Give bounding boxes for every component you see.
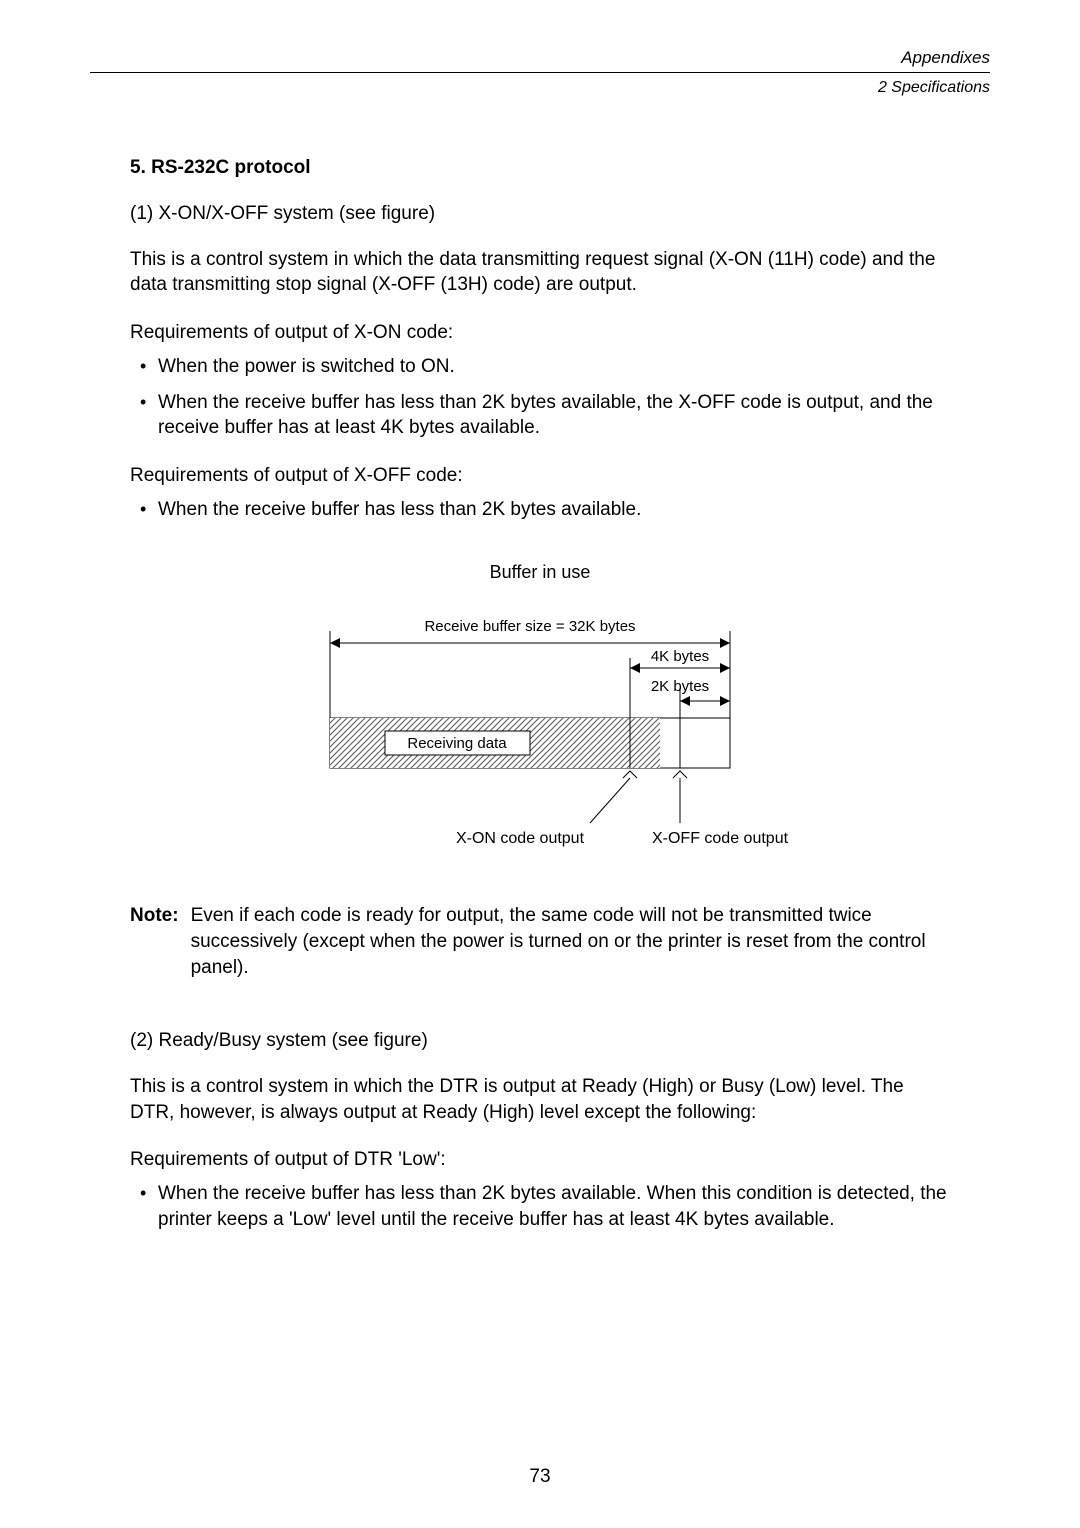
note-label: Note:: [130, 903, 191, 980]
header-chapter: Appendixes: [90, 48, 990, 68]
note-block: Note: Even if each code is ready for out…: [130, 903, 950, 980]
xoff-req-heading: Requirements of output of X-OFF code:: [130, 465, 950, 487]
sub1-title: (1) X-ON/X-OFF system (see figure): [130, 201, 950, 227]
xoff-output-label: X-OFF code output: [652, 830, 789, 847]
xoff-bullet-1: When the receive buffer has less than 2K…: [130, 497, 950, 523]
sub2-paragraph: This is a control system in which the DT…: [130, 1074, 950, 1125]
xon-bullet-1: When the power is switched to ON.: [130, 354, 950, 380]
xon-output-label: X-ON code output: [456, 830, 585, 847]
page-number: 73: [0, 1466, 1080, 1488]
dtr-bullet-1: When the receive buffer has less than 2K…: [130, 1181, 950, 1232]
note-text: Even if each code is ready for output, t…: [191, 903, 950, 980]
dtr-bullet-list: When the receive buffer has less than 2K…: [130, 1181, 950, 1232]
buffer-diagram-svg: Receive buffer size = 32K bytes 4K bytes…: [290, 613, 790, 863]
dtr-low-heading: Requirements of output of DTR 'Low':: [130, 1149, 950, 1171]
xon-bullet-2: When the receive buffer has less than 2K…: [130, 390, 950, 441]
label-4k: 4K bytes: [651, 648, 709, 665]
figure-title: Buffer in use: [130, 562, 950, 583]
xon-req-heading: Requirements of output of X-ON code:: [130, 322, 950, 344]
label-2k: 2K bytes: [651, 678, 709, 695]
sub2-title: (2) Ready/Busy system (see figure): [130, 1028, 950, 1054]
page-content: 5. RS-232C protocol (1) X-ON/X-OFF syste…: [90, 157, 990, 1233]
header-section: 2 Specifications: [90, 79, 990, 97]
header-rule: [90, 72, 990, 73]
sub1-paragraph: This is a control system in which the da…: [130, 247, 950, 298]
xon-bullet-list: When the power is switched to ON. When t…: [130, 354, 950, 441]
buffer-diagram: Receive buffer size = 32K bytes 4K bytes…: [130, 613, 950, 863]
buffer-size-label: Receive buffer size = 32K bytes: [424, 618, 635, 635]
receiving-data-label: Receiving data: [407, 735, 507, 752]
section-5-title: 5. RS-232C protocol: [130, 157, 950, 179]
xoff-bullet-list: When the receive buffer has less than 2K…: [130, 497, 950, 523]
